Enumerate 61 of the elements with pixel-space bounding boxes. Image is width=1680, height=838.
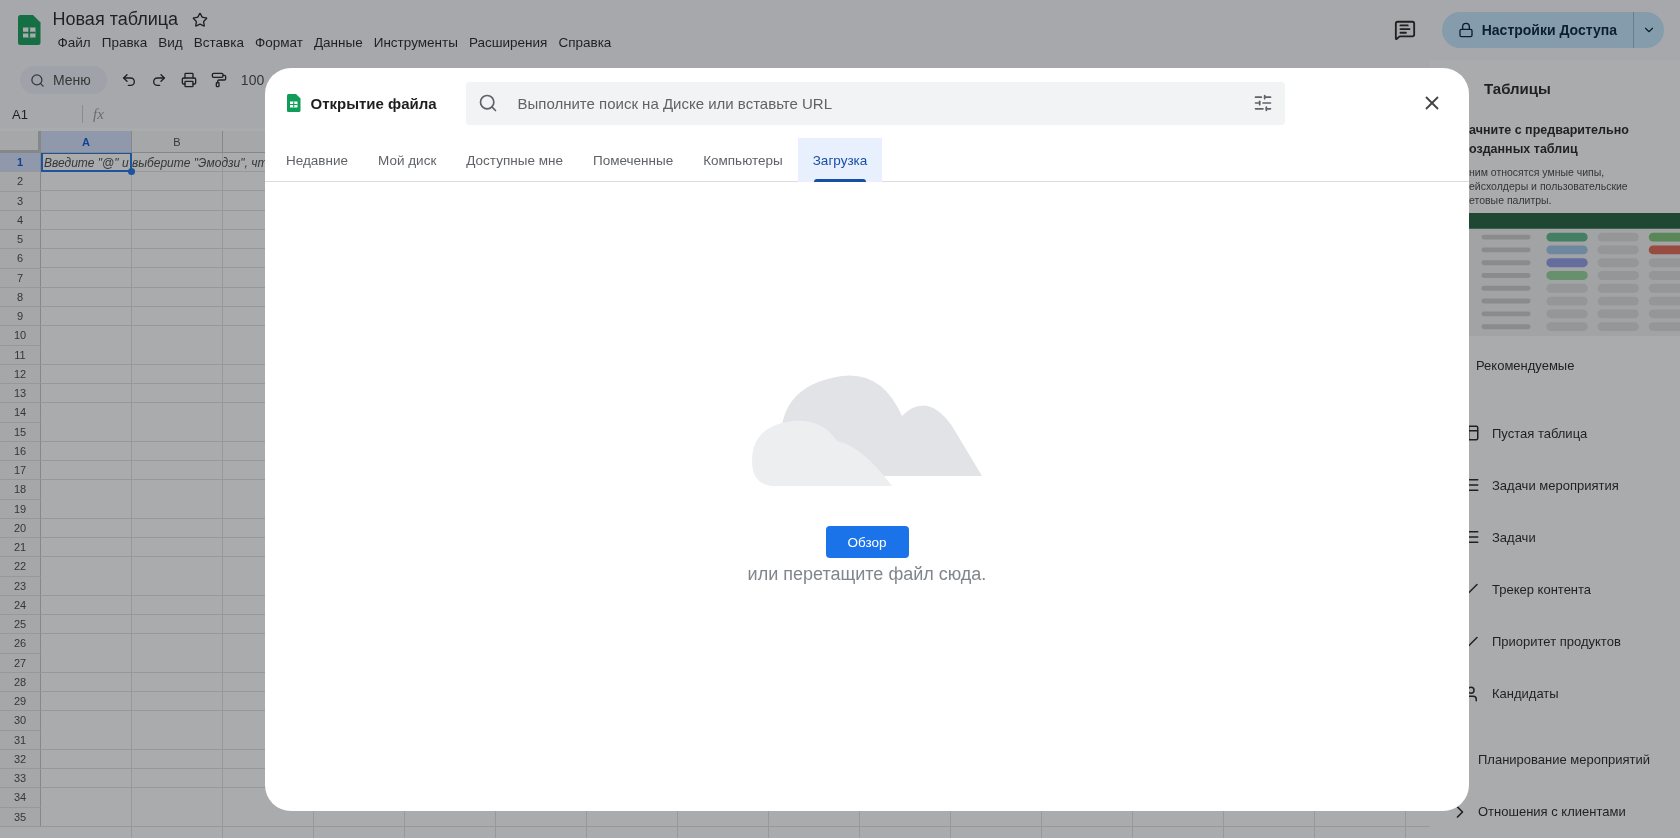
row-header[interactable]: 14 — [0, 403, 41, 423]
row-header[interactable]: 17 — [0, 461, 41, 481]
row-header[interactable]: 25 — [0, 615, 41, 635]
row-header[interactable]: 29 — [0, 692, 41, 712]
intro-text: ним относятся умные чипы, — [1469, 164, 1606, 179]
menu-item[interactable]: Правка — [96, 34, 153, 51]
row-header[interactable]: 34 — [0, 788, 41, 808]
template-item[interactable]: Задачи — [1492, 529, 1536, 545]
row-header[interactable]: 30 — [0, 711, 41, 731]
search-field[interactable]: Выполните поиск на Диске или вставьте URL — [465, 81, 1285, 125]
document-title[interactable]: Новая таблица — [52, 9, 179, 30]
drop-hint: или перетащите файл сюда. — [747, 564, 987, 585]
row-header[interactable]: 33 — [0, 769, 41, 789]
row-header[interactable]: 1 — [0, 153, 41, 173]
row-header[interactable]: 18 — [0, 480, 41, 500]
menu-item[interactable]: Формат — [249, 34, 308, 51]
tab[interactable]: Недавние — [271, 138, 364, 182]
row-header[interactable]: 10 — [0, 326, 41, 346]
intro-heading: ачните с предварительно — [1469, 122, 1630, 139]
row-header[interactable]: 9 — [0, 307, 41, 327]
column-header[interactable]: A — [41, 131, 132, 153]
intro-text: етовые палитры. — [1469, 192, 1553, 207]
row-header[interactable]: 6 — [0, 249, 41, 269]
menu-item[interactable]: Расширения — [463, 34, 553, 51]
section-title: Рекомендуемые — [1476, 357, 1576, 373]
row-header[interactable]: 13 — [0, 384, 41, 404]
menu-item[interactable]: Справка — [553, 34, 617, 51]
tab[interactable]: Загрузка — [797, 138, 883, 182]
dialog-title: Открытие файла — [310, 94, 438, 112]
template-item[interactable]: Пустая таблица — [1492, 425, 1588, 441]
row-header[interactable]: 5 — [0, 230, 41, 250]
template-item[interactable]: Приоритет продуктов — [1492, 634, 1621, 650]
menu-item[interactable]: Вставка — [188, 34, 249, 51]
template-item[interactable]: Задачи мероприятия — [1492, 477, 1619, 493]
share-button[interactable]: Настройки Доступа — [1441, 12, 1664, 48]
panel-title: Таблицы — [1484, 80, 1552, 97]
row-header[interactable]: 21 — [0, 538, 41, 558]
intro-heading: озданных таблиц — [1469, 141, 1579, 158]
name-box[interactable]: A1 — [12, 106, 72, 122]
template-item[interactable]: Кандидаты — [1492, 686, 1559, 702]
intro-text: ейсхолдеры и пользовательские — [1469, 178, 1629, 193]
tab[interactable]: Компьютеры — [688, 138, 798, 182]
row-header[interactable]: 2 — [0, 172, 41, 192]
menu-search-field[interactable]: Меню — [20, 66, 107, 94]
row-header[interactable]: 22 — [0, 557, 41, 577]
menu-item[interactable]: Инструменты — [368, 34, 463, 51]
menu-item[interactable]: Данные — [308, 34, 368, 51]
category-item[interactable]: Планирование мероприятий — [1478, 752, 1650, 768]
browse-button[interactable]: Обзор — [825, 526, 909, 558]
search-input[interactable]: Выполните поиск на Диске или вставьте URL — [515, 93, 1235, 113]
tab[interactable]: Доступные мне — [451, 138, 578, 182]
row-header[interactable]: 26 — [0, 634, 41, 654]
tab[interactable]: Мой диск — [363, 138, 452, 182]
zoom-level[interactable]: 100 — [240, 72, 265, 88]
menu-item[interactable]: Вид — [153, 34, 188, 51]
tab[interactable]: Помеченные — [577, 138, 689, 182]
template-item[interactable]: Трекер контента — [1492, 581, 1592, 597]
menu-item[interactable]: Файл — [52, 34, 96, 51]
category-item[interactable]: Отношения с клиентами — [1478, 804, 1626, 820]
function-label: fx — [93, 105, 104, 123]
column-header[interactable]: B — [132, 131, 223, 153]
